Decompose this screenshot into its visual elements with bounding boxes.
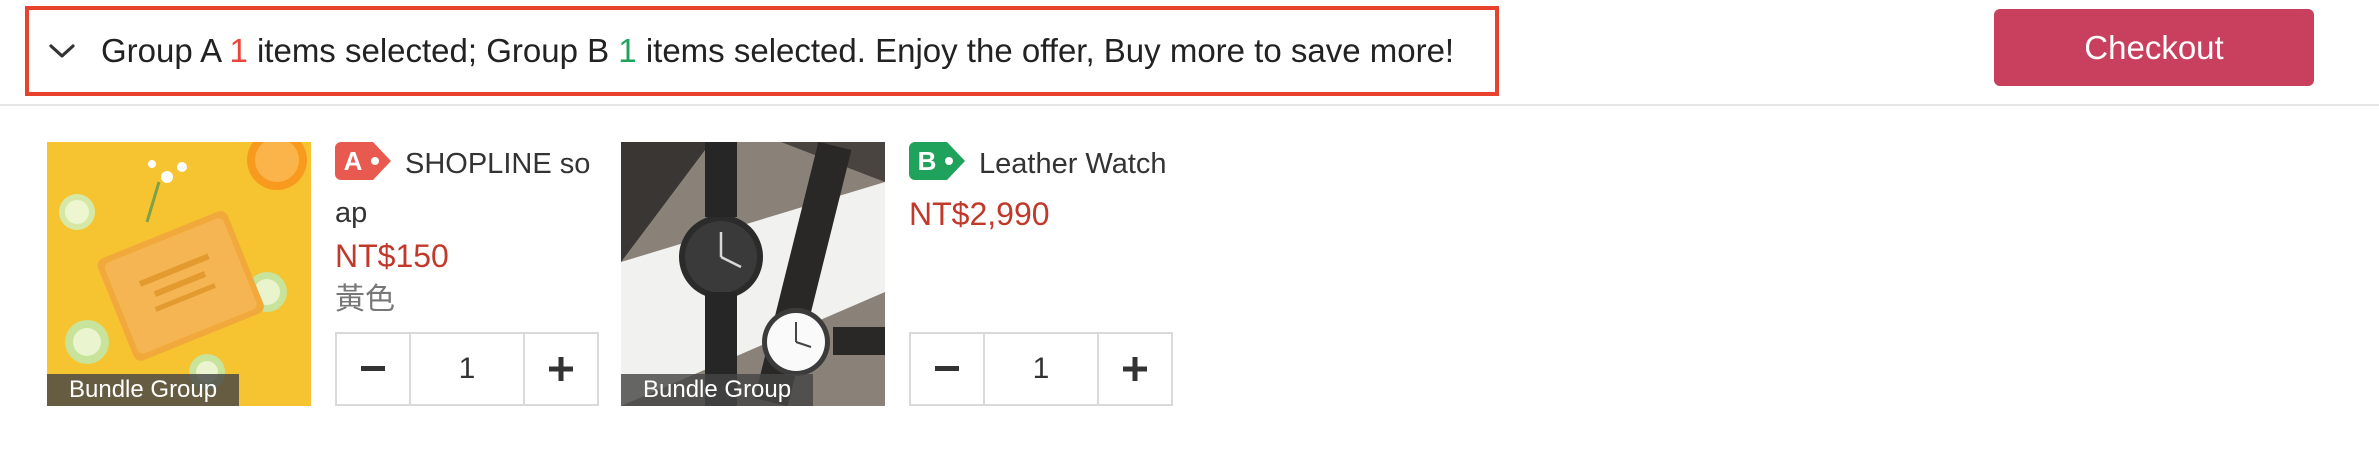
checkout-button[interactable]: Checkout (1994, 9, 2314, 86)
summary-text-group-a: Group A (101, 32, 230, 69)
item-price: NT$2,990 (909, 196, 1050, 232)
plus-icon[interactable] (1097, 334, 1171, 404)
svg-text:A: A (344, 146, 363, 176)
plus-icon[interactable] (523, 334, 597, 404)
bundle-group-label: Bundle Group (47, 374, 240, 406)
leather-watch-image[interactable]: Bundle Group (621, 142, 885, 406)
item-title[interactable]: B Leather Watch (909, 142, 1179, 192)
quantity-stepper[interactable] (909, 332, 1173, 406)
item-info: B Leather Watch NT$2,990 (909, 142, 1179, 236)
group-b-count: 1 (618, 32, 637, 69)
quantity-input[interactable] (411, 334, 523, 404)
bundle-group-label: Bundle Group (621, 374, 814, 406)
minus-icon[interactable] (337, 334, 411, 404)
summary-text-group-b: items selected; Group B (247, 32, 619, 69)
group-b-badge-icon: B (909, 142, 967, 192)
bundle-summary-bar: Group A 1 items selected; Group B 1 item… (0, 0, 2379, 106)
summary-offer-text: items selected. Enjoy the offer, Buy mor… (636, 32, 1455, 69)
item-info: A SHOPLINE soap NT$150 黃色 (335, 142, 605, 322)
item-price: NT$150 (335, 238, 449, 274)
bundle-summary[interactable]: Group A 1 items selected; Group B 1 item… (25, 6, 1499, 96)
quantity-stepper[interactable] (335, 332, 599, 406)
group-a-count: 1 (229, 32, 248, 69)
group-a-badge-icon: A (335, 142, 393, 192)
item-title-text: Leather Watch (979, 148, 1167, 180)
item-variant: 黃色 (335, 283, 395, 316)
item-title[interactable]: A SHOPLINE soap (335, 142, 605, 234)
quantity-input[interactable] (985, 334, 1097, 404)
svg-text:B: B (918, 146, 937, 176)
minus-icon[interactable] (911, 334, 985, 404)
yellow-soap-image[interactable]: Bundle Group (47, 142, 311, 406)
chevron-down-icon[interactable] (43, 32, 81, 70)
